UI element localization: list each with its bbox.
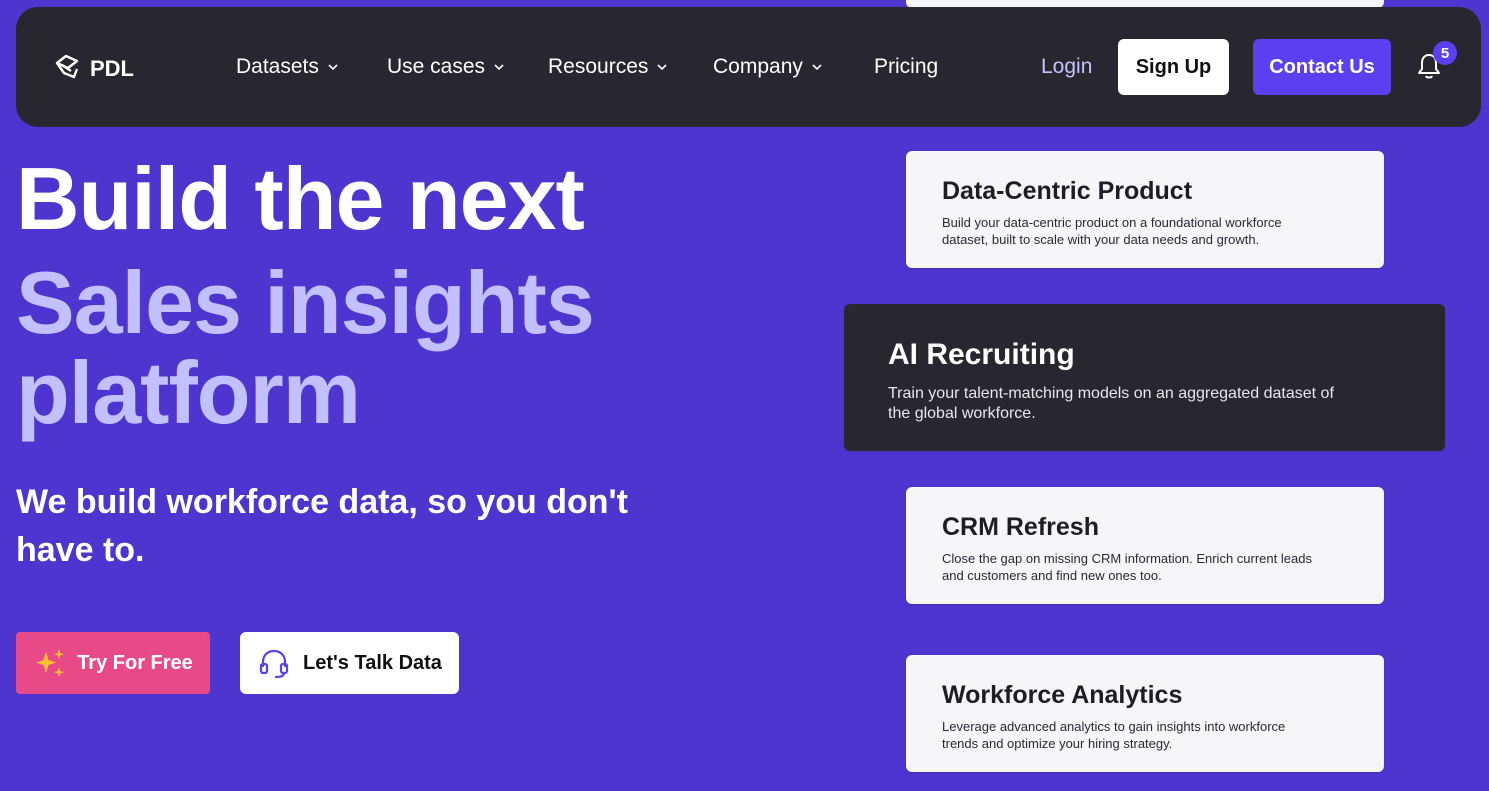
sign-up-button[interactable]: Sign Up	[1118, 39, 1229, 95]
nav-company[interactable]: Company	[713, 55, 823, 79]
logo-text: PDL	[90, 56, 134, 81]
notification-badge: 5	[1433, 41, 1457, 65]
nav-use-cases-label: Use cases	[387, 55, 486, 78]
try-for-free-button[interactable]: Try For Free	[16, 632, 210, 694]
chevron-down-icon	[812, 64, 822, 71]
nav-pricing-label: Pricing	[874, 55, 939, 78]
nav-company-label: Company	[713, 55, 803, 78]
card-ai-recruiting[interactable]: AI Recruiting Train your talent-matching…	[844, 304, 1445, 451]
nav-pricing[interactable]: Pricing	[874, 55, 938, 79]
chevron-down-icon	[494, 64, 504, 71]
headset-icon	[259, 649, 289, 679]
sparkles-icon	[36, 649, 65, 677]
card-crm-refresh[interactable]: CRM Refresh Close the gap on missing CRM…	[906, 487, 1384, 604]
try-for-free-label: Try For Free	[77, 651, 193, 674]
chevron-down-icon	[657, 64, 667, 71]
card-description: Leverage advanced analytics to gain insi…	[942, 719, 1286, 751]
hero-title-line3: platform	[16, 343, 361, 442]
card-title: CRM Refresh	[942, 513, 1099, 541]
card-data-centric-product[interactable]: Data-Centric Product Build your data-cen…	[906, 151, 1384, 268]
nav-resources-label: Resources	[548, 55, 649, 78]
nav-resources[interactable]: Resources	[548, 55, 668, 79]
lets-talk-data-label: Let's Talk Data	[303, 651, 442, 674]
chevron-down-icon	[328, 64, 338, 71]
card-title: Data-Centric Product	[942, 177, 1193, 205]
hero-title-line1: Build the next	[16, 149, 585, 248]
hero-title-line2: Sales insights	[16, 253, 595, 352]
contact-us-button[interactable]: Contact Us	[1253, 39, 1391, 95]
card-description: Close the gap on missing CRM information…	[942, 551, 1312, 583]
pdl-logo-icon	[52, 51, 82, 87]
nav-datasets-label: Datasets	[236, 55, 319, 78]
nav-datasets[interactable]: Datasets	[236, 55, 339, 79]
nav-use-cases[interactable]: Use cases	[387, 55, 505, 79]
login-link[interactable]: Login	[1041, 55, 1092, 79]
hero-subhead: We build workforce data, so you don't ha…	[16, 483, 628, 569]
lets-talk-data-button[interactable]: Let's Talk Data	[240, 632, 459, 694]
logo[interactable]: PDL	[52, 51, 134, 87]
card-workforce-analytics[interactable]: Workforce Analytics Leverage advanced an…	[906, 655, 1384, 772]
card-title: Workforce Analytics	[942, 681, 1183, 709]
card-description: Train your talent-matching models on an …	[888, 385, 1334, 422]
navbar: PDL Datasets Use cases Resources Company…	[16, 7, 1481, 127]
card-description: Build your data-centric product on a fou…	[942, 215, 1282, 247]
card-title: AI Recruiting	[888, 338, 1075, 371]
